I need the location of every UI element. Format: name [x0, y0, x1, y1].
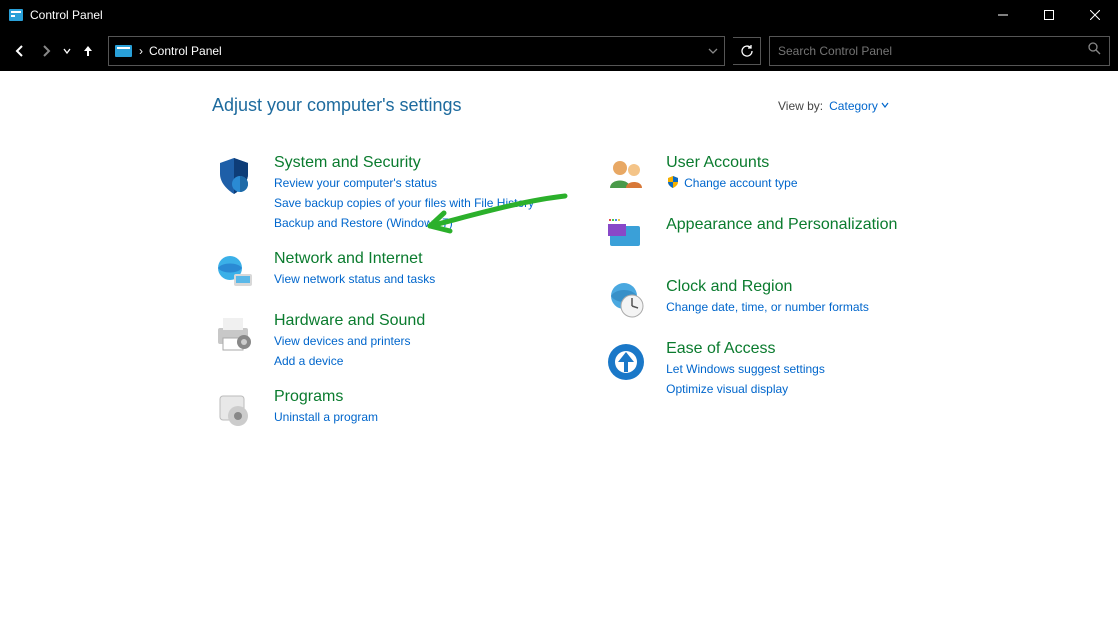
appearance-icon — [604, 216, 648, 260]
categories-left: System and Security Review your computer… — [212, 154, 534, 432]
category-system-security: System and Security Review your computer… — [212, 154, 534, 232]
uac-shield-icon — [666, 175, 680, 189]
sublink[interactable]: Optimize visual display — [666, 380, 825, 398]
close-button[interactable] — [1072, 0, 1118, 30]
address-icon — [115, 44, 133, 58]
back-button[interactable] — [8, 37, 32, 65]
sublink[interactable]: Change date, time, or number formats — [666, 298, 869, 316]
search-box[interactable] — [769, 36, 1110, 66]
window-title: Control Panel — [30, 8, 980, 22]
category-network-internet: Network and Internet View network status… — [212, 250, 534, 294]
category-ease-of-access: Ease of Access Let Windows suggest setti… — [604, 340, 897, 398]
category-hardware-sound: Hardware and Sound View devices and prin… — [212, 312, 534, 370]
category-appearance: Appearance and Personalization — [604, 216, 897, 260]
category-user-accounts: User Accounts Change account type — [604, 154, 897, 198]
category-title-user-accounts[interactable]: User Accounts — [666, 154, 797, 172]
sublink[interactable]: Let Windows suggest settings — [666, 360, 825, 378]
printer-icon — [212, 312, 256, 356]
clock-globe-icon — [604, 278, 648, 322]
addressbar-dropdown-icon[interactable] — [708, 46, 718, 56]
forward-button[interactable] — [34, 37, 58, 65]
recent-locations-button[interactable] — [60, 37, 74, 65]
categories-right: User Accounts Change account type Appear… — [604, 154, 897, 432]
addressbar[interactable]: › Control Panel — [108, 36, 725, 66]
search-input[interactable] — [778, 44, 1087, 58]
category-clock-region: Clock and Region Change date, time, or n… — [604, 278, 897, 322]
globe-network-icon — [212, 250, 256, 294]
refresh-button[interactable] — [733, 37, 761, 65]
navbar: › Control Panel — [0, 30, 1118, 71]
window-controls — [980, 0, 1118, 30]
breadcrumb-location[interactable]: Control Panel — [149, 44, 222, 58]
page-heading: Adjust your computer's settings — [212, 95, 462, 116]
category-title-clock[interactable]: Clock and Region — [666, 278, 869, 296]
view-by: View by: Category — [778, 99, 889, 113]
category-programs: Programs Uninstall a program — [212, 388, 534, 432]
control-panel-icon — [8, 7, 24, 23]
minimize-button[interactable] — [980, 0, 1026, 30]
category-title-programs[interactable]: Programs — [274, 388, 378, 406]
maximize-button[interactable] — [1026, 0, 1072, 30]
sublink[interactable]: Save backup copies of your files with Fi… — [274, 194, 534, 212]
sublink[interactable]: View network status and tasks — [274, 270, 435, 288]
programs-icon — [212, 388, 256, 432]
search-icon[interactable] — [1087, 41, 1101, 60]
user-accounts-icon — [604, 154, 648, 198]
category-title-hardware[interactable]: Hardware and Sound — [274, 312, 425, 330]
shield-icon — [212, 154, 256, 198]
titlebar: Control Panel — [0, 0, 1118, 30]
sublink[interactable]: Uninstall a program — [274, 408, 378, 426]
breadcrumb[interactable]: › Control Panel — [139, 44, 222, 58]
category-title-appearance[interactable]: Appearance and Personalization — [666, 216, 897, 234]
category-title-system-security[interactable]: System and Security — [274, 154, 534, 172]
content-area: Adjust your computer's settings View by:… — [0, 71, 1118, 432]
sublink[interactable]: Review your computer's status — [274, 174, 534, 192]
sublink[interactable]: Add a device — [274, 352, 425, 370]
sublink[interactable]: Change account type — [666, 174, 797, 192]
category-title-network[interactable]: Network and Internet — [274, 250, 435, 268]
sublink[interactable]: View devices and printers — [274, 332, 425, 350]
ease-of-access-icon — [604, 340, 648, 384]
view-by-label: View by: — [778, 99, 823, 113]
breadcrumb-sep: › — [139, 44, 143, 58]
sublink[interactable]: Backup and Restore (Windows 7) — [274, 214, 534, 232]
view-by-value[interactable]: Category — [829, 99, 889, 113]
up-button[interactable] — [76, 37, 100, 65]
category-title-ease-access[interactable]: Ease of Access — [666, 340, 825, 358]
